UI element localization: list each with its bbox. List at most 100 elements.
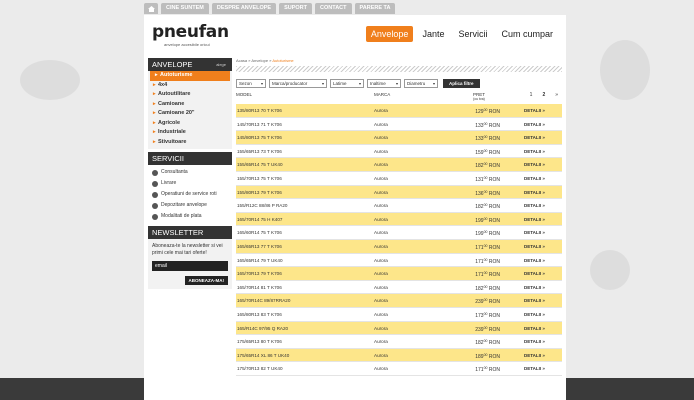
service-bullet-icon [152,192,158,198]
service-item[interactable]: Consultanta [148,167,232,178]
table-row: 165/60R14 75 T K706 Aurora 19900 RON DETALI… [236,226,562,240]
price-currency: RON [488,367,500,374]
cell-price: 17100 RON [434,254,520,267]
breadcrumb-home[interactable]: Acasa [236,58,247,63]
apply-filters-button[interactable]: Aplica filtre [443,79,480,88]
cell-model[interactable]: 165/70R14 81 T K706 [236,281,374,294]
details-link[interactable]: DETALII » [520,131,562,144]
top-nav-item[interactable]: SUPORT [279,3,313,14]
details-link[interactable]: DETALII » [520,349,562,362]
price-decimals: 00 [483,311,488,316]
top-nav-item[interactable]: CONTACT [315,3,352,14]
price-value: 133 [475,136,484,143]
details-link[interactable]: DETALII » [520,281,562,294]
service-item[interactable]: Modalitati de plata [148,211,232,222]
cell-model[interactable]: 155/65R13 73 T K706 [236,145,374,158]
cell-marca: Aurora [374,243,388,249]
details-link[interactable]: DETALII » [520,226,562,239]
cell-model[interactable]: 135/80R13 70 T K706 [236,104,374,117]
top-nav-item[interactable]: DESPRE ANVELOPE [211,3,277,14]
cell-model[interactable]: 165/R14C 97/95 Q RA20 [236,322,374,335]
cell-model[interactable]: 175/65R13 80 T K706 [236,335,374,348]
sidebar-category-item[interactable]: ▸ Camioane 20" [148,109,232,119]
sidebar-category-item[interactable]: ▸ Camioane [148,100,232,110]
cell-model[interactable]: 145/70R13 71 T K706 [236,118,374,131]
filter-select[interactable]: Latime ▾ [330,79,364,88]
details-link[interactable]: DETALII » [520,158,562,171]
filter-select[interactable]: Inaltime ▾ [367,79,401,88]
filter-bar: Sezon ▾ Marca/producator ▾ Latime ▾ Inaltime ▾ D… [236,79,562,88]
price-value: 173 [475,312,484,319]
details-link[interactable]: DETALII » [520,186,562,199]
filter-select-value: Sezon [239,81,252,86]
filter-select[interactable]: Marca/producator ▾ [269,79,327,88]
chevron-down-icon: ▾ [358,81,361,86]
details-link[interactable]: DETALII » [520,308,562,321]
sidebar-category-item[interactable]: ▸ Autoturisme [150,71,230,81]
service-item[interactable]: Depozitare anvelope [148,200,232,211]
cell-model[interactable]: 155/65R14 75 T UK40 [236,158,374,171]
cell-marca: Aurora [374,189,388,195]
subscribe-button[interactable]: ABONEAZA-MA! [184,276,228,285]
home-tab[interactable] [144,3,158,14]
cell-model[interactable]: 165/70R14 75 H K407 [236,213,374,226]
cell-marca: Aurora [374,162,388,168]
details-link[interactable]: DETALII » [520,213,562,226]
cell-model[interactable]: 165/60R14 75 T K706 [236,226,374,239]
main-nav-item[interactable]: Servicii [453,26,492,42]
cell-marca: Aurora [374,135,388,141]
service-item[interactable]: Operatiuni de service roti [148,189,232,200]
filter-select[interactable]: Sezon ▾ [236,79,266,88]
column-pret: PRET (cu tva) [444,92,514,104]
price-currency: RON [488,163,500,170]
cell-model[interactable]: 165/70R14C 89/87RRA20 [236,294,374,307]
sidebar-category-item[interactable]: ▸ Autoutilitare [148,90,232,100]
details-link[interactable]: DETALII » [520,294,562,307]
top-nav-item[interactable]: CINE SUNTEM [161,3,209,14]
main-nav-item[interactable]: Cum cumpar [496,26,558,42]
details-link[interactable]: DETALII » [520,172,562,185]
sidebar-category-item[interactable]: ▸ Stivuitoare [148,138,232,148]
details-link[interactable]: DETALII » [520,118,562,131]
cell-price: 13600 RON [434,186,520,199]
sidebar-category-item[interactable]: ▸ 4x4 [148,81,232,91]
cell-model[interactable]: 155/R12C 88/86 P RA20 [236,199,374,212]
details-link[interactable]: DETALII » [520,240,562,253]
main-nav-item[interactable]: Jante [417,26,449,42]
details-link[interactable]: DETALII » [520,199,562,212]
price-decimals: 00 [483,230,488,235]
details-link[interactable]: DETALII » [520,267,562,280]
page-link[interactable]: 1 [530,92,533,98]
cell-model[interactable]: 165/65R13 77 T K706 [236,240,374,253]
price-currency: RON [488,312,500,319]
details-link[interactable]: DETALII » [520,335,562,348]
details-link[interactable]: DETALII » [520,254,562,267]
breadcrumb-anvelope[interactable]: Anvelope [251,58,268,63]
logo[interactable]: pneufan anvelope accesibile oricui [152,23,229,47]
cell-model[interactable]: 175/70R13 82 T UK40 [236,362,374,375]
sidebar-category-item[interactable]: ▸ Agricole [148,119,232,129]
page-link[interactable]: 2 [542,92,545,98]
details-link[interactable]: DETALII » [520,104,562,117]
details-link[interactable]: DETALII » [520,322,562,335]
cell-model[interactable]: 155/70R13 75 T K706 [236,172,374,185]
email-input[interactable] [152,261,228,271]
cell-model[interactable]: 165/65R14 79 T UK40 [236,254,374,267]
details-link[interactable]: DETALII » [520,362,562,375]
page-link[interactable]: » [555,92,558,98]
sidebar-category-item[interactable]: ▸ Industriale [148,128,232,138]
cell-model[interactable]: 155/80R13 79 T K706 [236,186,374,199]
price-value: 182 [475,285,484,292]
main-nav-item[interactable]: Anvelope [365,26,414,42]
details-link[interactable]: DETALII » [520,145,562,158]
cell-model[interactable]: 165/80R13 83 T K706 [236,308,374,321]
price-decimals: 00 [483,203,488,208]
top-nav-item[interactable]: PARERE TA [354,3,396,14]
cell-model[interactable]: 165/70R13 79 T K706 [236,267,374,280]
filter-select[interactable]: Diametru ▾ [404,79,438,88]
cell-model[interactable]: 175/65R14 XL 86 T UK40 [236,349,374,362]
service-item[interactable]: Livrare [148,178,232,189]
cell-price: 18900 RON [434,349,520,362]
cell-model[interactable]: 145/80R13 75 T K706 [236,131,374,144]
price-decimals: 00 [483,148,488,153]
